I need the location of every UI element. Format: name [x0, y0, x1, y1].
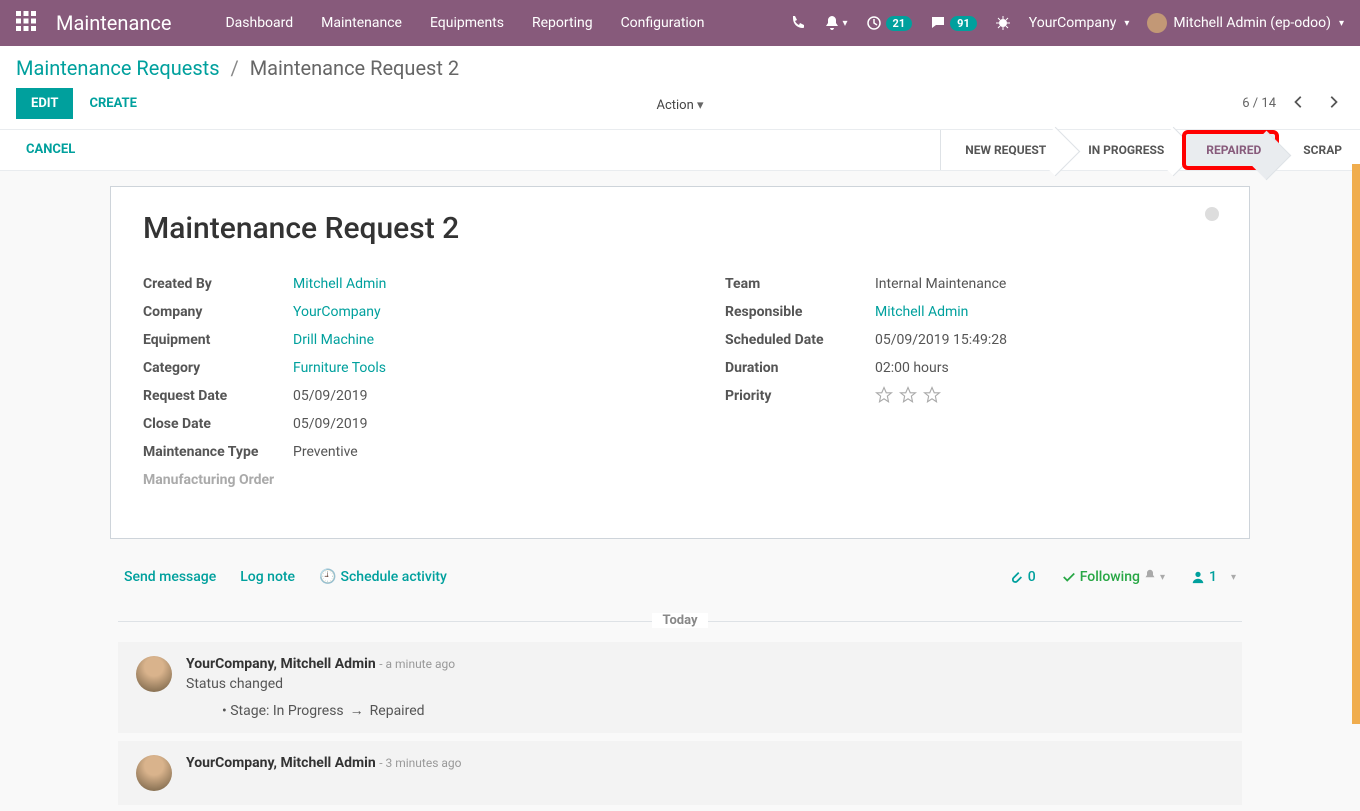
field-duration: 02:00 hours — [875, 358, 949, 378]
user-menu[interactable]: Mitchell Admin (ep-odoo)▾ — [1147, 13, 1344, 33]
chat-badge: 91 — [950, 16, 977, 31]
message-author: YourCompany, Mitchell Admin — [186, 656, 376, 672]
clock-icon: 🕘 — [319, 569, 336, 585]
message-time: - a minute ago — [379, 657, 455, 671]
form-area: Maintenance Request 2 Created ByMitchell… — [0, 171, 1360, 811]
status-row: CANCEL NEW REQUEST IN PROGRESS REPAIRED … — [0, 129, 1360, 171]
phone-icon[interactable] — [790, 15, 806, 31]
label-company: Company — [143, 302, 293, 322]
menu-maintenance[interactable]: Maintenance — [307, 0, 416, 46]
label-maintenance-type: Maintenance Type — [143, 442, 293, 462]
stage-bar: NEW REQUEST IN PROGRESS REPAIRED SCRAP — [940, 130, 1360, 170]
message-author: YourCompany, Mitchell Admin — [186, 755, 376, 771]
pager-position: 6 / 14 — [1242, 96, 1276, 111]
label-close-date: Close Date — [143, 414, 293, 434]
chatter: Send message Log note 🕘Schedule activity… — [110, 563, 1250, 805]
label-manufacturing-order: Manufacturing Order — [143, 470, 293, 490]
stage-repaired[interactable]: REPAIRED — [1182, 130, 1279, 170]
user-icon — [1191, 570, 1205, 584]
main-menu: Dashboard Maintenance Equipments Reporti… — [211, 0, 718, 46]
field-equipment[interactable]: Drill Machine — [293, 332, 374, 348]
action-menu[interactable]: Action ▾ — [656, 98, 703, 113]
chat-icon[interactable]: 91 — [930, 15, 977, 31]
activity-icon[interactable]: 21 — [866, 15, 913, 31]
label-category: Category — [143, 358, 293, 378]
message-item: YourCompany, Mitchell Admin - 3 minutes … — [118, 741, 1242, 805]
field-company[interactable]: YourCompany — [293, 304, 381, 320]
label-request-date: Request Date — [143, 386, 293, 406]
date-separator: Today — [118, 621, 1242, 622]
edit-button[interactable]: EDIT — [16, 88, 73, 119]
stage-in-progress[interactable]: IN PROGRESS — [1064, 130, 1182, 170]
pager-next-icon[interactable] — [1322, 95, 1344, 113]
schedule-activity-button[interactable]: 🕘Schedule activity — [319, 569, 447, 585]
top-navbar: Maintenance Dashboard Maintenance Equipm… — [0, 0, 1360, 46]
following-button[interactable]: Following ▾ — [1062, 569, 1165, 585]
menu-dashboard[interactable]: Dashboard — [211, 0, 307, 46]
label-responsible: Responsible — [725, 302, 875, 322]
label-duration: Duration — [725, 358, 875, 378]
menu-configuration[interactable]: Configuration — [607, 0, 719, 46]
followers-count[interactable]: 1 ▾ — [1191, 569, 1236, 585]
activity-badge: 21 — [886, 16, 913, 31]
field-priority[interactable] — [875, 386, 941, 410]
form-sheet: Maintenance Request 2 Created ByMitchell… — [110, 186, 1250, 539]
star-icon[interactable] — [899, 386, 917, 410]
field-close-date: 05/09/2019 — [293, 414, 368, 434]
cancel-button[interactable]: CANCEL — [0, 130, 91, 170]
send-message-button[interactable]: Send message — [124, 569, 216, 585]
message-tracking: • Stage: In Progress→Repaired — [222, 702, 1224, 719]
field-team: Internal Maintenance — [875, 274, 1006, 294]
scroll-indicator — [1352, 164, 1360, 724]
label-created-by: Created By — [143, 274, 293, 294]
field-scheduled-date: 05/09/2019 15:49:28 — [875, 330, 1007, 350]
field-category[interactable]: Furniture Tools — [293, 360, 386, 376]
avatar-icon — [136, 656, 172, 692]
field-request-date: 05/09/2019 — [293, 386, 368, 406]
paperclip-icon — [1010, 570, 1024, 584]
field-created-by[interactable]: Mitchell Admin — [293, 276, 386, 292]
pager-prev-icon[interactable] — [1288, 95, 1310, 113]
bell-icon — [1144, 569, 1156, 581]
stage-new-request[interactable]: NEW REQUEST — [941, 130, 1064, 170]
field-responsible[interactable]: Mitchell Admin — [875, 304, 968, 320]
label-scheduled-date: Scheduled Date — [725, 330, 875, 350]
company-switcher[interactable]: YourCompany▾ — [1029, 15, 1130, 31]
menu-reporting[interactable]: Reporting — [518, 0, 607, 46]
page-title: Maintenance Request 2 — [143, 211, 1217, 246]
apps-icon[interactable] — [16, 11, 36, 35]
check-icon — [1062, 570, 1076, 584]
stage-scrap[interactable]: SCRAP — [1279, 130, 1360, 170]
message-body: Status changed — [186, 676, 1224, 692]
bell-icon[interactable]: ▾ — [824, 15, 847, 31]
attachment-count[interactable]: 0 — [1010, 569, 1036, 585]
kanban-state-icon[interactable] — [1205, 207, 1219, 221]
create-button[interactable]: CREATE — [89, 96, 136, 111]
debug-icon[interactable] — [995, 15, 1011, 31]
message-item: YourCompany, Mitchell Admin - a minute a… — [118, 642, 1242, 733]
log-note-button[interactable]: Log note — [240, 569, 295, 585]
brand-title: Maintenance — [56, 11, 171, 35]
label-priority: Priority — [725, 386, 875, 410]
field-maintenance-type: Preventive — [293, 442, 358, 462]
avatar-icon — [136, 755, 172, 791]
star-icon[interactable] — [923, 386, 941, 410]
avatar-icon — [1147, 13, 1167, 33]
star-icon[interactable] — [875, 386, 893, 410]
breadcrumb: Maintenance Requests / Maintenance Reque… — [16, 56, 1344, 80]
breadcrumb-root[interactable]: Maintenance Requests — [16, 56, 220, 80]
breadcrumb-current: Maintenance Request 2 — [250, 56, 459, 80]
arrow-right-icon: → — [350, 702, 364, 719]
label-equipment: Equipment — [143, 330, 293, 350]
label-team: Team — [725, 274, 875, 294]
menu-equipments[interactable]: Equipments — [416, 0, 518, 46]
control-panel: Maintenance Requests / Maintenance Reque… — [0, 46, 1360, 119]
